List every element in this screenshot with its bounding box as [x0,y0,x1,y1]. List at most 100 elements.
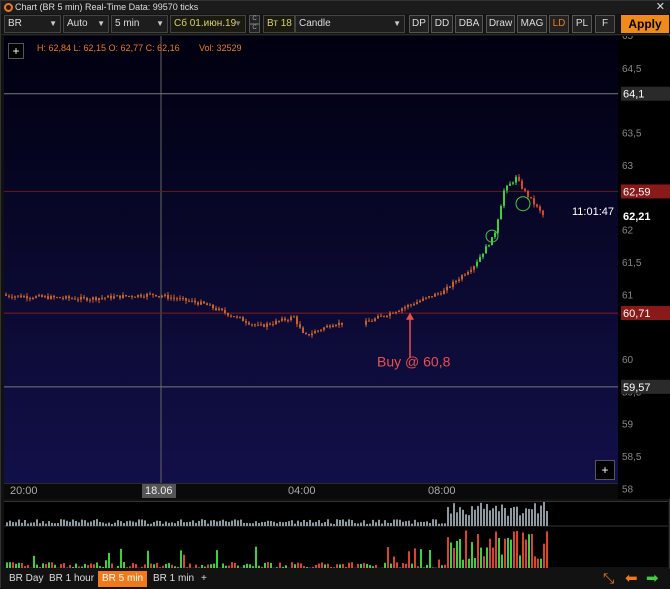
pl-button[interactable]: PL [572,15,592,33]
chevron-down-icon: ▼ [393,16,401,32]
close-icon[interactable]: ✕ [656,1,665,14]
candle-body [281,318,283,320]
candle-body [527,191,529,197]
dd-button[interactable]: DD [431,15,453,33]
candle-body [416,302,418,304]
scale-select[interactable]: Auto▼ [63,15,109,33]
date-stepper[interactable]: CC [249,15,260,33]
volume-bar [12,522,14,526]
time-cursor-label: 18.06 [142,484,176,498]
candle-body [158,296,160,297]
tab-br-day[interactable]: BR Day [5,571,47,587]
candle-body [146,294,148,297]
chart-type-select[interactable]: Candle ▼ [295,15,405,33]
candle-body [506,186,508,191]
candle-body [314,331,316,333]
volume-bar [183,522,185,526]
candle-body [425,297,427,298]
arrow-left-icon[interactable]: ⬅ [625,569,638,587]
candle-body [155,295,157,296]
volume-bar [330,523,332,526]
delta-bar [345,567,347,568]
volume-bar [546,511,548,526]
candle-body [242,317,244,321]
ld-button[interactable]: LD [549,15,569,33]
interval-select[interactable]: 5 min▼ [111,15,168,33]
volume-bar [303,520,305,526]
symbol-select[interactable]: BR▼ [4,15,61,33]
volume-bar [342,519,344,526]
delta-bar [429,550,431,568]
volume-bar [363,520,365,526]
volume-bar [495,506,497,526]
time-label: 20:00 [10,485,38,497]
candle-body [14,296,16,297]
candle-body [479,257,481,262]
stepper-down[interactable]: C [249,24,260,33]
chevron-down-icon: ▼ [156,16,164,32]
candle-body [62,298,64,299]
toolbar: BR▼ Auto▼ 5 min▼ Сб 01.июн.19▼ CC Вт 18 … [1,14,670,35]
price-chart-area[interactable]: Buy @ 60,8 [4,36,618,499]
delta-bar [144,564,146,568]
f-button[interactable]: F [595,15,615,33]
delta-bar [372,566,374,568]
delta-bar [393,556,395,568]
volume-panel [4,501,668,567]
candle-body [338,323,340,325]
date-to-picker[interactable]: Вт 18 [263,15,295,33]
candle-body [101,298,103,299]
volume-bar [105,524,107,526]
plus-icon[interactable]: + [8,43,24,59]
draw-button[interactable]: Draw [486,15,515,33]
tab-br-1-min[interactable]: BR 1 min [149,571,198,587]
candle-body [179,298,181,299]
zoom-plus-icon[interactable]: + [595,460,615,480]
candle-body [188,301,190,302]
delta-bar [24,566,26,568]
delta-bar [150,564,152,568]
candle-body [422,298,424,300]
volume-bar [144,520,146,526]
volume-bar [126,521,128,526]
arrow-right-icon[interactable]: ➡ [646,569,659,587]
candle-body [509,184,511,186]
candle-body [305,333,307,334]
dba-button[interactable]: DBA [455,15,483,33]
apply-button[interactable]: Apply [621,15,669,33]
delta-bar [513,532,515,568]
time-axis[interactable]: 20:00 18.06 04:00 08:00 [4,483,618,499]
delta-bar [312,567,314,568]
volume-bar [261,522,263,526]
volume-bar [198,521,200,526]
volume-bar [57,523,59,526]
volume-bar [294,524,296,526]
stepper-up[interactable]: C [249,15,260,24]
volume-bar [189,522,191,526]
compress-icon[interactable]: ⤡ [603,570,614,587]
chart-window: Chart (BR 5 min) Real-Time Data: 99570 t… [0,0,670,588]
candle-body [131,296,133,297]
delta-bar [324,564,326,568]
candle-body [167,295,169,299]
volume-bar [543,502,545,526]
tab-br-5-min[interactable]: BR 5 min [98,571,147,587]
candle-body [134,297,136,298]
candle-body [272,324,274,325]
price-axis[interactable]: 64,563,5636261,5616059,55958,5586564,162… [618,36,670,499]
volume-bar [129,521,131,526]
volume-bar [432,519,434,526]
tab-br-1-hour[interactable]: BR 1 hour [45,571,98,587]
chart-type-value: Candle [299,18,331,29]
delta-bar [321,562,323,568]
candle-body [254,324,256,325]
delta-bar [183,555,185,568]
mag-button[interactable]: MAG [517,15,547,33]
add-tab-button[interactable]: + [197,571,211,587]
dp-button[interactable]: DP [409,15,429,33]
date-from-picker[interactable]: Сб 01.июн.19▼ [170,15,246,33]
candle-body [536,204,538,206]
volume-bar [285,522,287,526]
candle-body [110,296,112,299]
delta-bar [12,562,14,568]
